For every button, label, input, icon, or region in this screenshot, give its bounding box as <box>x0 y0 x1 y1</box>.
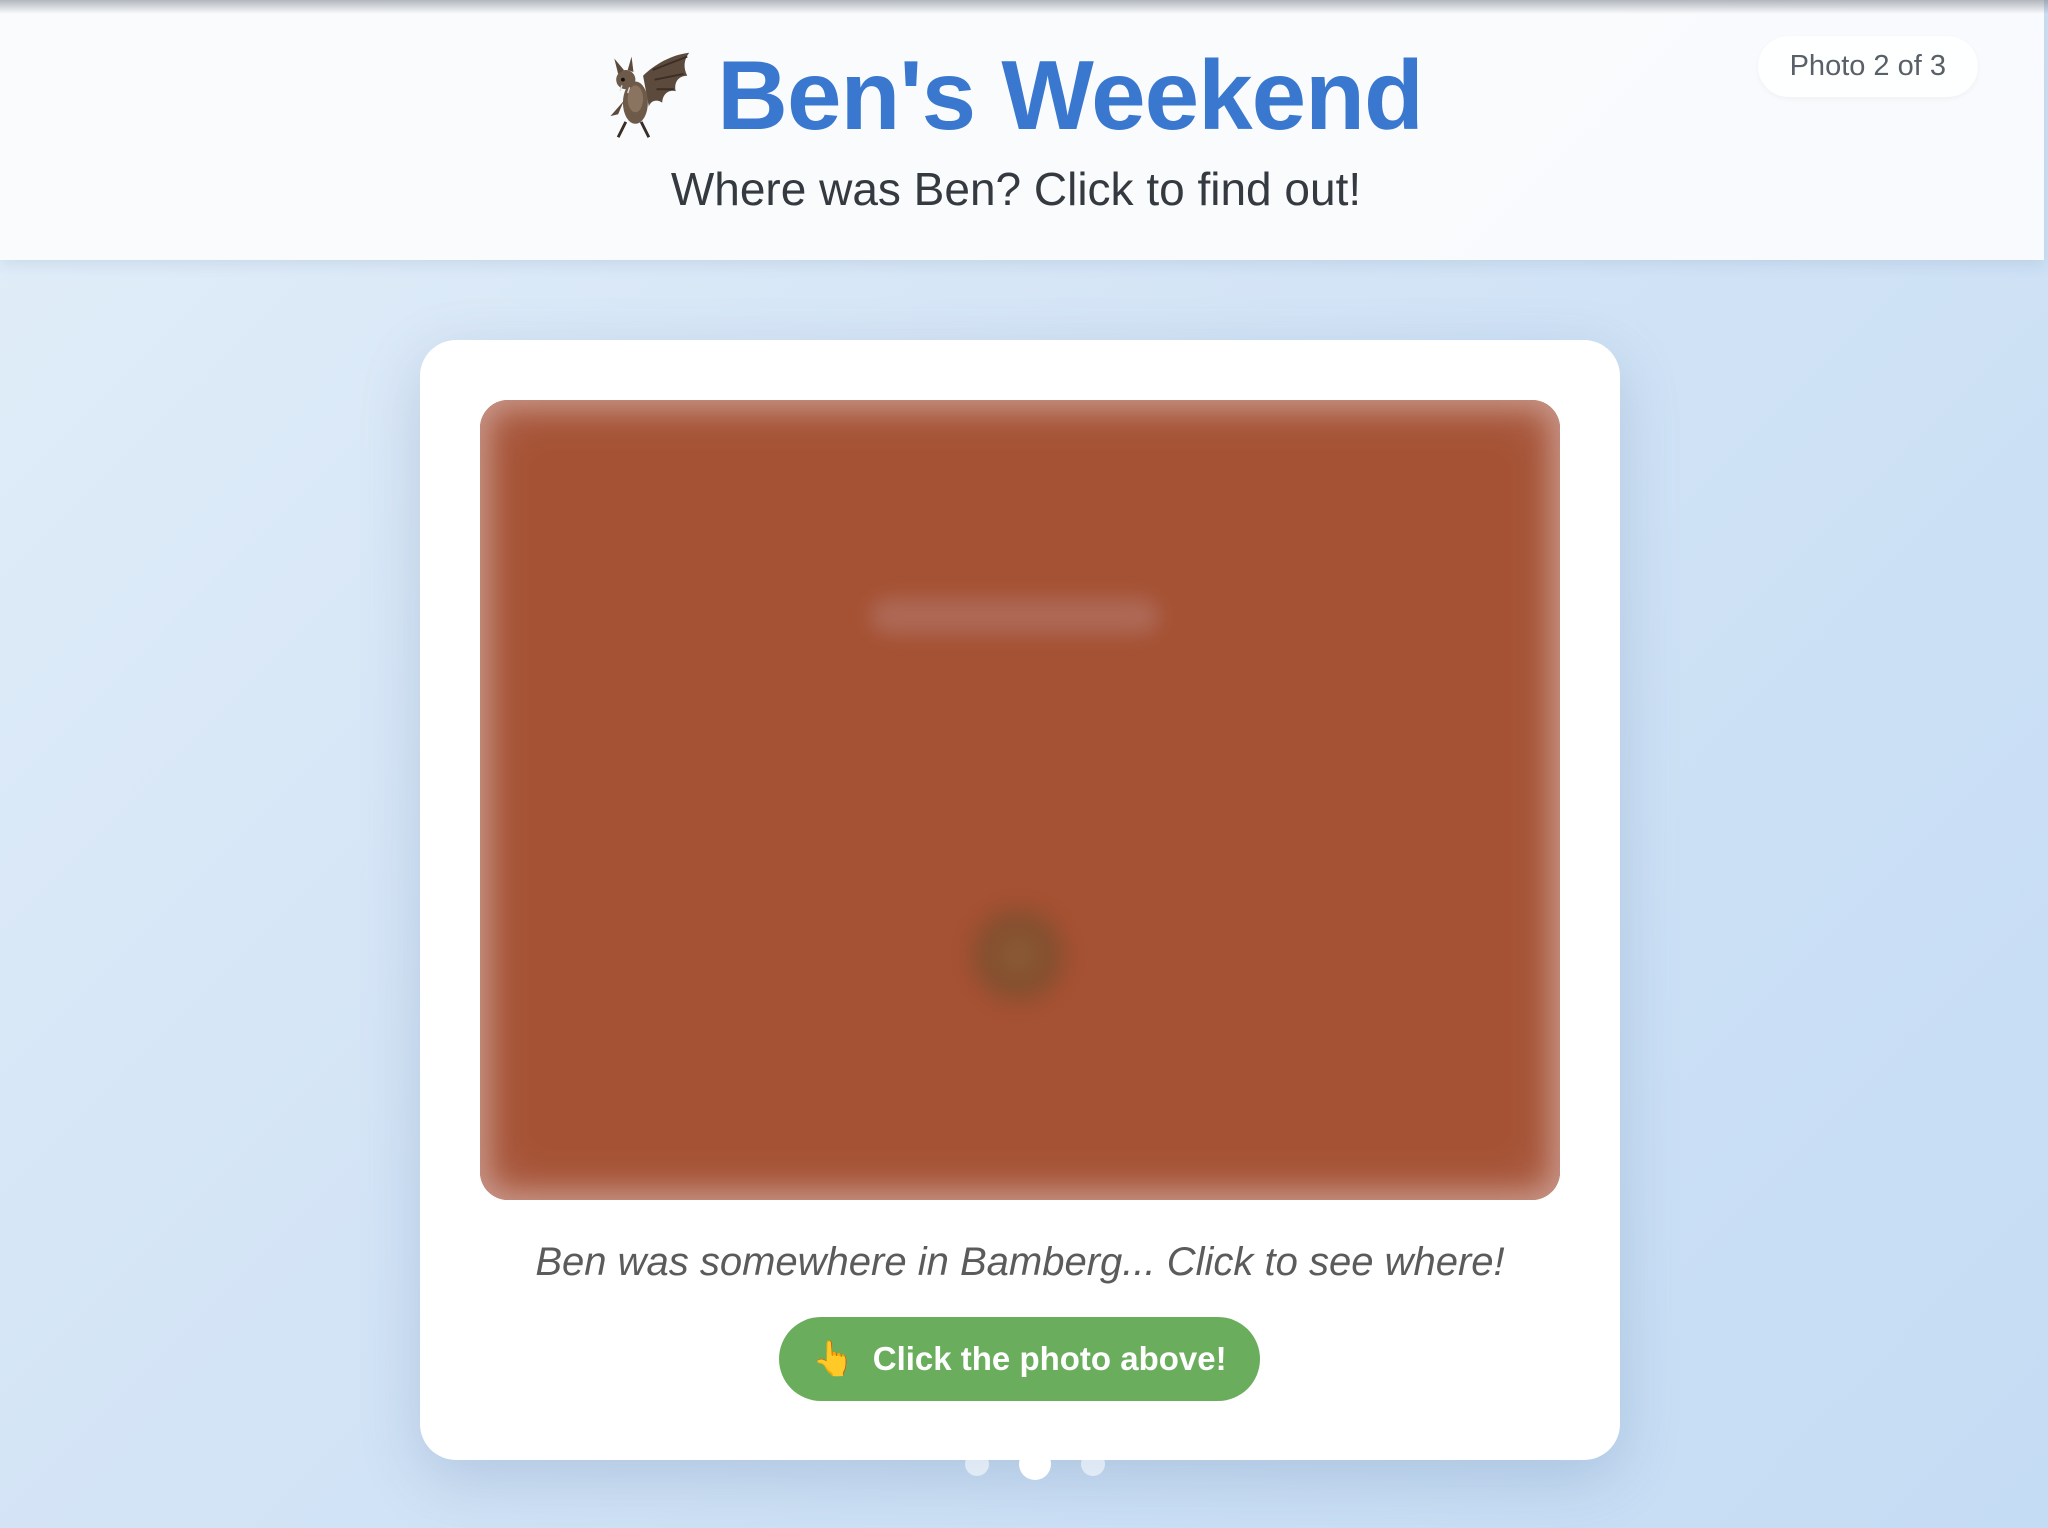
photo-caption: Ben was somewhere in Bamberg... Click to… <box>535 1240 1505 1284</box>
photo-card: Ben was somewhere in Bamberg... Click to… <box>420 340 1620 1460</box>
page-title: Ben's Weekend <box>717 40 1424 150</box>
pagination-dot-3[interactable] <box>1081 1452 1105 1476</box>
photo-edge-vignette <box>480 400 1560 1200</box>
pointing-finger-icon: 👆 <box>812 1340 855 1378</box>
page-subtitle: Where was Ben? Click to find out! <box>670 163 1362 215</box>
title-row: Ben's Weekend <box>0 40 2032 150</box>
click-photo-button-label: Click the photo above! <box>872 1340 1227 1377</box>
blurred-photo[interactable] <box>480 400 1560 1200</box>
pagination-dot-1[interactable] <box>965 1452 989 1476</box>
pagination-dot-2[interactable] <box>1019 1448 1051 1480</box>
bat-icon <box>610 52 690 138</box>
photo-counter-badge: Photo 2 of 3 <box>1757 36 1978 97</box>
click-photo-button[interactable]: 👆 Click the photo above! <box>779 1317 1260 1401</box>
pagination-dots <box>950 1448 1120 1480</box>
top-edge-shadow <box>0 0 2048 14</box>
page-header: Ben's Weekend Where was Ben? Click to fi… <box>0 0 2044 260</box>
